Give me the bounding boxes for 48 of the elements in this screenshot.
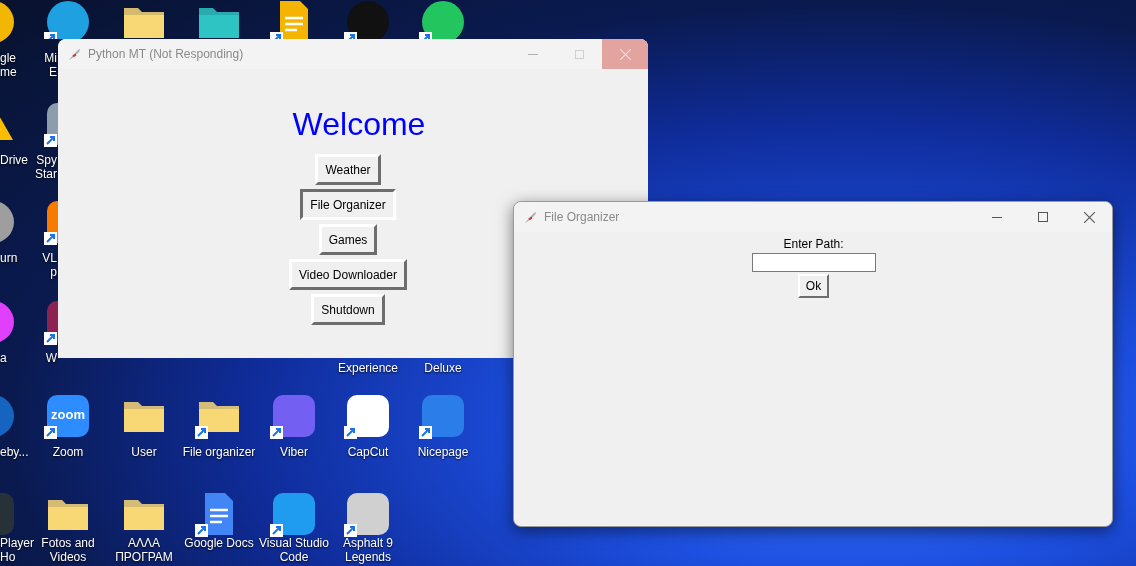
menu-button[interactable]: Video Downloader xyxy=(289,259,407,290)
icon-label: Nicepage xyxy=(417,445,469,459)
icon-label: File organizer xyxy=(182,445,256,459)
app-icon[interactable] xyxy=(419,392,467,440)
icon-label: Visual Studio Code xyxy=(259,536,329,564)
icon-label: Experience xyxy=(338,361,398,375)
icon-label: gle me xyxy=(0,51,17,79)
icon-label: ΑΛΛΑ ΠΡΟΓΡΑΜ xyxy=(115,536,173,564)
icon-label: a xyxy=(0,351,7,365)
menu-button[interactable]: File Organizer xyxy=(300,189,396,220)
icon-label: VL p xyxy=(42,251,57,279)
icon-label: W xyxy=(45,351,57,365)
icon-label: CapCut xyxy=(347,445,389,459)
app-icon[interactable] xyxy=(44,392,92,440)
ok-button[interactable]: Ok xyxy=(797,274,830,298)
app-icon[interactable] xyxy=(344,490,392,538)
menu-button[interactable]: Games xyxy=(318,224,378,255)
icon-label: User xyxy=(131,445,157,459)
icon-label: Fotos and Videos xyxy=(41,536,95,564)
app-icon[interactable] xyxy=(270,392,318,440)
welcome-heading: Welcome xyxy=(292,106,426,142)
app-icon[interactable] xyxy=(344,0,392,39)
menu-button[interactable]: Shutdown xyxy=(311,294,385,325)
path-label: Enter Path: xyxy=(783,237,844,252)
feather-icon xyxy=(67,46,82,62)
icon-label: Player Ho xyxy=(0,536,34,564)
app-icon[interactable] xyxy=(344,392,392,440)
icon-label: eby... xyxy=(0,445,29,459)
logo-text: zoom xyxy=(50,407,86,423)
icon-label: Google Docs xyxy=(184,536,254,550)
window-title: Python MT (Not Responding) xyxy=(88,46,244,63)
menu-button[interactable]: Weather xyxy=(315,154,381,185)
app-icon[interactable] xyxy=(44,0,92,39)
icon-label: urn xyxy=(0,251,18,265)
app-icon[interactable] xyxy=(419,0,467,39)
icon-label: Asphalt 9 Legends xyxy=(343,536,393,564)
icon-label: Drive xyxy=(0,153,28,167)
path-field[interactable] xyxy=(751,253,876,272)
feather-icon xyxy=(523,209,538,225)
icon-label: Viber xyxy=(280,445,308,459)
icon-label: Mi E xyxy=(44,51,57,79)
icon-label: Deluxe xyxy=(424,361,462,375)
close-icon xyxy=(1083,211,1095,223)
window-title: File Organizer xyxy=(544,209,620,226)
app-icon[interactable] xyxy=(270,490,318,538)
icon-label: Zoom xyxy=(52,445,84,459)
icon-label: Spy Star xyxy=(35,153,57,181)
close-icon xyxy=(619,48,631,60)
